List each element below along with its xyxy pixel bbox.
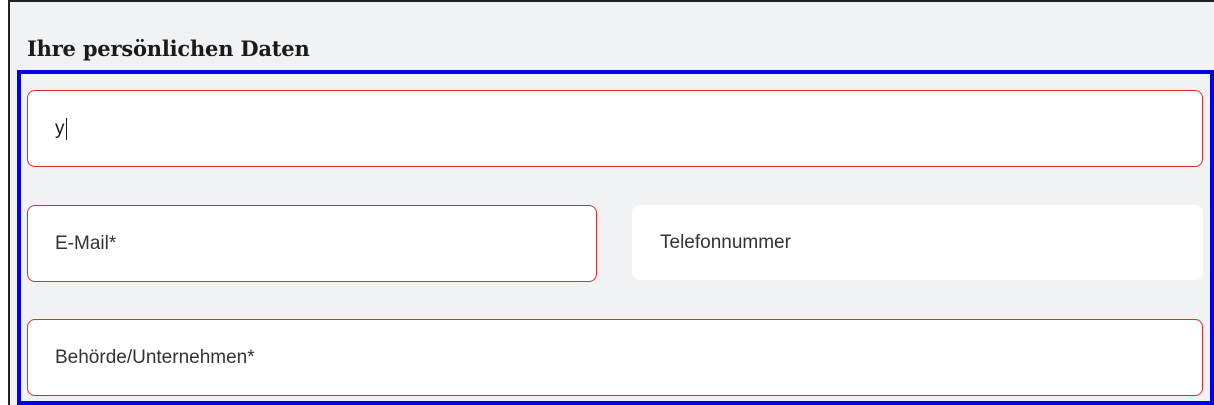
phone-field-placeholder: Telefonnummer <box>660 231 791 253</box>
text-caret <box>65 117 67 140</box>
phone-field[interactable]: Telefonnummer <box>632 205 1203 280</box>
company-field-placeholder: Behörde/Unternehmen* <box>55 346 255 368</box>
company-field[interactable]: Behörde/Unternehmen* <box>27 319 1203 396</box>
name-field[interactable]: y <box>27 90 1203 167</box>
name-field-value: y <box>55 117 65 139</box>
section-title: Ihre persönlichen Daten <box>27 36 310 61</box>
email-field-placeholder: E-Mail* <box>55 232 117 254</box>
email-field[interactable]: E-Mail* <box>27 205 597 282</box>
